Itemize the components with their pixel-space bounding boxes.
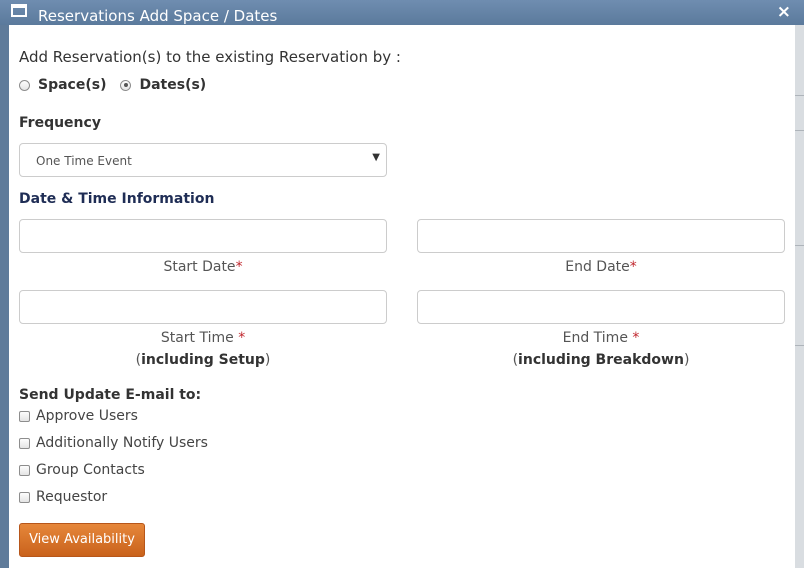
mode-radio-group: Space(s) Dates(s) bbox=[19, 77, 220, 93]
group-contacts-checkbox[interactable] bbox=[19, 464, 30, 476]
frequency-select[interactable]: One Time Event ▼ bbox=[19, 143, 387, 177]
end-time-input[interactable] bbox=[417, 290, 785, 324]
start-date-label: Start Date* bbox=[19, 256, 387, 278]
strip-divider bbox=[795, 245, 804, 246]
requestor-option[interactable]: Requestor bbox=[19, 489, 107, 505]
intro-text: Add Reservation(s) to the existing Reser… bbox=[19, 48, 401, 66]
notify-users-checkbox[interactable] bbox=[19, 437, 30, 449]
requestor-label[interactable]: Requestor bbox=[36, 489, 107, 505]
start-date-label-text: Start Date bbox=[163, 259, 236, 275]
end-date-label: End Date* bbox=[417, 256, 785, 278]
window-icon bbox=[11, 4, 27, 17]
date-time-section-title: Date & Time Information bbox=[19, 191, 215, 207]
start-date-input[interactable] bbox=[19, 219, 387, 253]
group-contacts-option[interactable]: Group Contacts bbox=[19, 462, 145, 478]
dialog-title: Reservations Add Space / Dates bbox=[38, 7, 278, 25]
space-radio-label[interactable]: Space(s) bbox=[38, 77, 106, 93]
reservation-dialog: Reservations Add Space / Dates × Add Res… bbox=[0, 0, 804, 568]
start-time-input[interactable] bbox=[19, 290, 387, 324]
approve-users-label[interactable]: Approve Users bbox=[36, 408, 138, 424]
notify-heading: Send Update E-mail to: bbox=[19, 387, 202, 403]
start-time-label: Start Time * (including Setup) bbox=[135, 330, 271, 368]
notify-users-label[interactable]: Additionally Notify Users bbox=[36, 435, 208, 451]
frequency-value: One Time Event bbox=[36, 154, 132, 168]
approve-users-checkbox[interactable] bbox=[19, 410, 30, 422]
required-mark: * bbox=[238, 330, 246, 346]
start-time-label-text: Start Time bbox=[160, 330, 239, 346]
end-time-note: including Breakdown bbox=[518, 352, 684, 368]
strip-divider bbox=[795, 130, 804, 131]
notify-users-option[interactable]: Additionally Notify Users bbox=[19, 435, 208, 451]
dates-radio-label[interactable]: Dates(s) bbox=[139, 77, 206, 93]
approve-users-option[interactable]: Approve Users bbox=[19, 408, 138, 424]
end-time-label: End Time * (including Breakdown) bbox=[512, 330, 690, 368]
end-time-label-text: End Time bbox=[562, 330, 633, 346]
background-page-strip bbox=[795, 25, 804, 568]
dialog-body: Add Reservation(s) to the existing Reser… bbox=[9, 25, 795, 568]
frequency-label: Frequency bbox=[19, 115, 101, 131]
dropdown-arrow-icon: ▼ bbox=[372, 152, 380, 163]
dates-radio[interactable] bbox=[120, 79, 132, 91]
strip-divider bbox=[795, 95, 804, 96]
required-mark: * bbox=[629, 259, 637, 275]
view-availability-button[interactable]: View Availability bbox=[19, 523, 145, 557]
required-mark: * bbox=[632, 330, 640, 346]
space-radio[interactable] bbox=[19, 79, 30, 91]
dialog-titlebar: Reservations Add Space / Dates × bbox=[0, 0, 804, 25]
group-contacts-label[interactable]: Group Contacts bbox=[36, 462, 145, 478]
end-date-label-text: End Date bbox=[565, 259, 630, 275]
strip-divider bbox=[795, 345, 804, 346]
close-icon[interactable]: × bbox=[777, 2, 791, 22]
required-mark: * bbox=[235, 259, 243, 275]
start-time-note: including Setup bbox=[141, 352, 265, 368]
requestor-checkbox[interactable] bbox=[19, 491, 30, 503]
end-date-input[interactable] bbox=[417, 219, 785, 253]
